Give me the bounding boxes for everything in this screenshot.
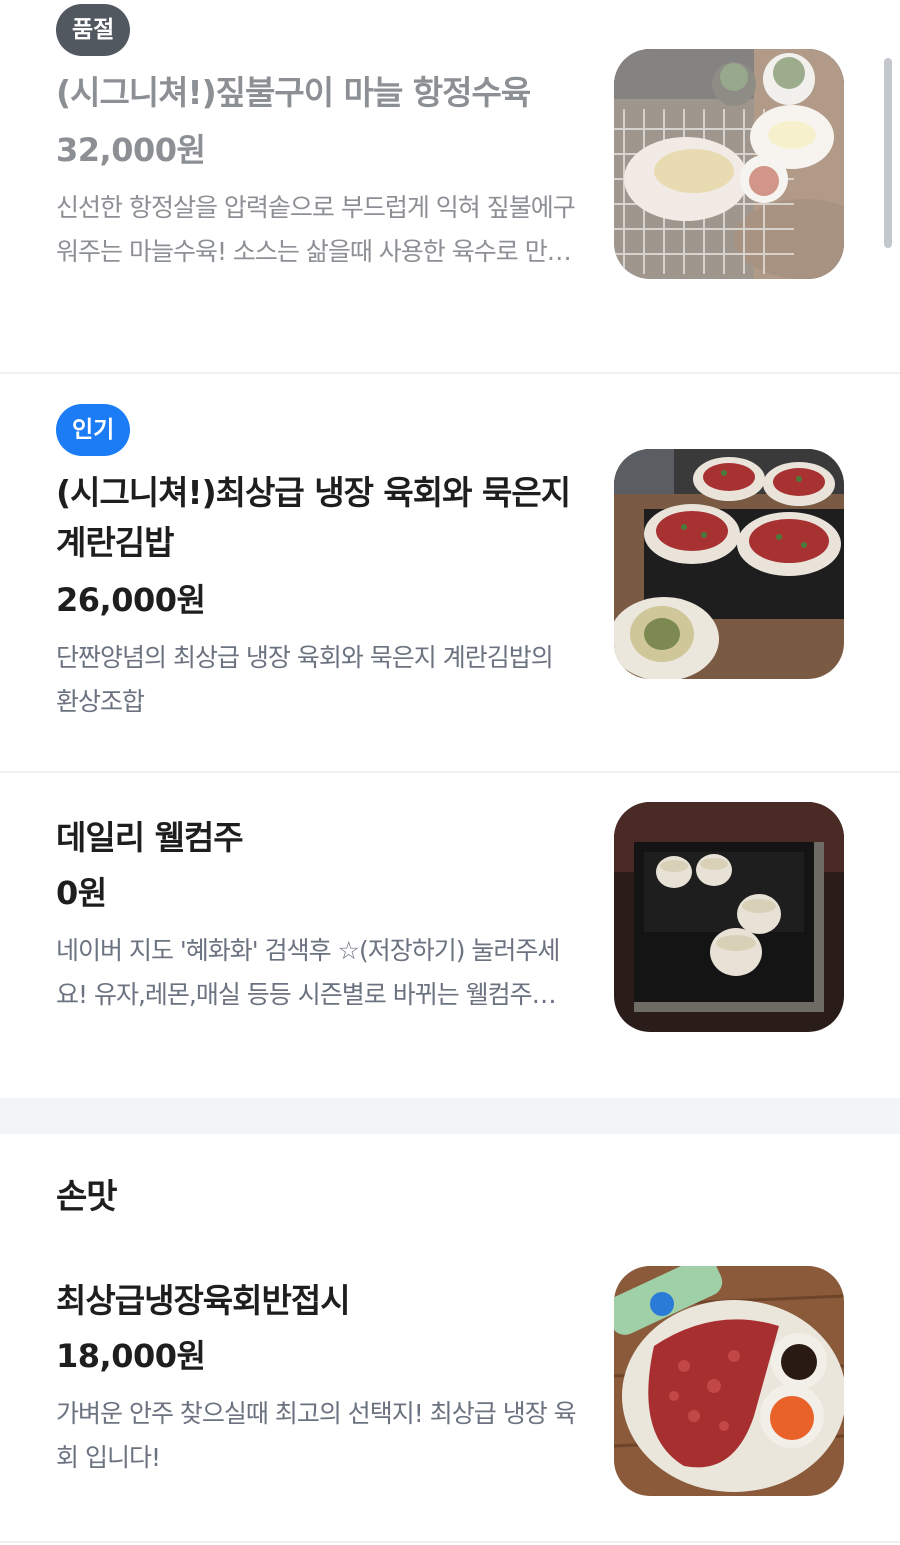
menu-item-description: 가벼운 안주 찾으실때 최고의 선택지! 최상급 냉장 육회 입니다! <box>56 1399 576 1472</box>
menu-item-info: (시그니쳐!)짚불구이 마늘 항정수육 32,000원 신선한 항정살을 압력솥… <box>56 68 576 274</box>
menu-item-info: (시그니쳐!)최상급 냉장 육회와 묵은지 계란김밥 26,000원 단짠양념의… <box>56 468 576 724</box>
menu-item-description: 신선한 항정살을 압력솥으로 부드럽게 익혀 짚불에구워주는 마늘수육! 소스는… <box>56 193 576 266</box>
menu-page: 품절 (시그니쳐!)짚불구이 마늘 항정수육 32,000원 신선한 항정살을 … <box>0 0 900 1545</box>
menu-item[interactable]: 품절 (시그니쳐!)짚불구이 마늘 항정수육 32,000원 신선한 항정살을 … <box>0 0 900 372</box>
menu-item-price: 32,000원 <box>56 131 206 169</box>
menu-item-price: 0원 <box>56 874 107 912</box>
menu-item-name: 최상급냉장육회반접시 <box>56 1281 351 1320</box>
menu-item-price: 26,000원 <box>56 581 206 619</box>
welcome-drink-photo <box>614 802 844 1032</box>
menu-item-name: 데일리 웰컴주 <box>56 818 244 857</box>
garlic-pork-photo <box>614 49 844 279</box>
menu-item[interactable]: 데일리 웰컴주 0원 네이버 지도 '혜화화' 검색후 ☆(저장하기) 눌러주세… <box>0 773 900 1098</box>
section-separator <box>0 1098 900 1134</box>
half-yukhoe-photo <box>614 1266 844 1496</box>
menu-item-description: 네이버 지도 '혜화화' 검색후 ☆(저장하기) 눌러주세요! 유자,레몬,매실… <box>56 936 560 1009</box>
menu-item-price: 18,000원 <box>56 1337 206 1375</box>
menu-item-info: 데일리 웰컴주 0원 네이버 지도 '혜화화' 검색후 ☆(저장하기) 눌러주세… <box>56 813 576 1017</box>
menu-item[interactable]: 인기 (시그니쳐!)최상급 냉장 육회와 묵은지 계란김밥 26,000원 단짠… <box>0 374 900 771</box>
menu-item-name: (시그니쳐!)짚불구이 마늘 항정수육 <box>56 73 531 112</box>
yukhoe-kimbap-photo <box>614 449 844 679</box>
menu-item-description: 단짠양념의 최상급 냉장 육회와 묵은지 계란김밥의 환상조합 <box>56 643 554 716</box>
item-divider <box>0 1541 900 1543</box>
yukhoe-kimbap-image <box>614 449 844 679</box>
section-title: 손맛 <box>56 1177 118 1217</box>
popular-badge: 인기 <box>56 404 131 456</box>
menu-item-name: (시그니쳐!)최상급 냉장 육회와 묵은지 계란김밥 <box>56 473 571 562</box>
menu-item-info: 최상급냉장육회반접시 18,000원 가벼운 안주 찾으실때 최고의 선택지! … <box>56 1276 576 1480</box>
scrollbar-thumb[interactable] <box>884 58 892 248</box>
half-yukhoe-image <box>614 1266 844 1496</box>
menu-item[interactable]: 최상급냉장육회반접시 18,000원 가벼운 안주 찾으실때 최고의 선택지! … <box>0 1240 900 1540</box>
garlic-pork-image <box>614 49 844 279</box>
soldout-badge: 품절 <box>56 4 131 56</box>
welcome-drink-image <box>614 802 844 1032</box>
